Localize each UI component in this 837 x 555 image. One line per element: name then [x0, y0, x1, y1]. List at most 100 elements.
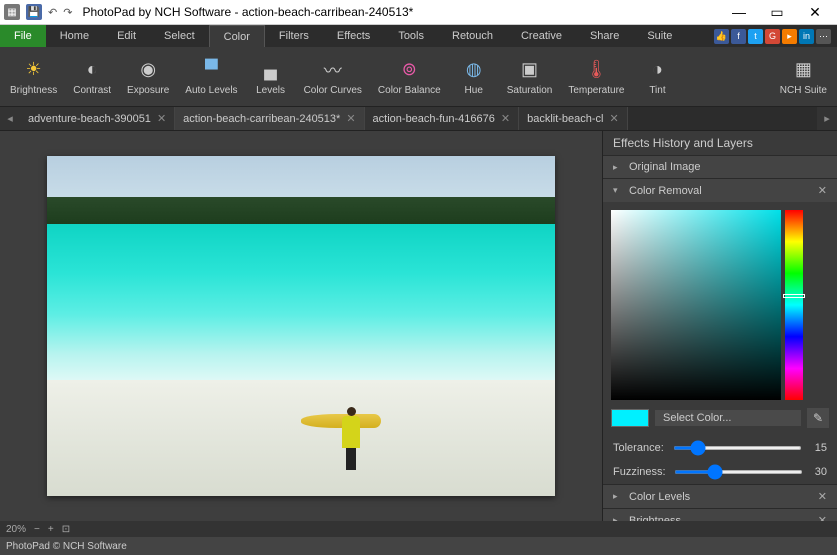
document-tab[interactable]: backlit-beach-cl✕	[519, 107, 628, 130]
redo-icon[interactable]: ↷	[63, 6, 72, 19]
auto-levels-icon: ▀	[199, 58, 223, 82]
tool-levels[interactable]: ▄ Levels	[246, 56, 296, 98]
tab-close-icon[interactable]: ✕	[501, 112, 510, 125]
tool-exposure[interactable]: ◉Exposure	[119, 56, 177, 98]
tool-contrast[interactable]: ◐Contrast	[65, 56, 119, 98]
tool-label: Saturation	[507, 85, 553, 96]
menu-home[interactable]: Home	[46, 25, 103, 47]
social-like-icon[interactable]: 👍	[714, 29, 729, 44]
close-section-icon[interactable]: ✕	[818, 184, 827, 197]
tool-label: Auto Levels	[185, 85, 237, 96]
menu-edit[interactable]: Edit	[103, 25, 150, 47]
menu-color[interactable]: Color	[209, 25, 265, 47]
tool-brightness[interactable]: ☀Brightness	[2, 56, 65, 98]
tool-label: Levels	[256, 85, 285, 96]
section-brightness[interactable]: ▸ Brightness ✕	[603, 509, 837, 521]
tool-color-curves[interactable]: 〰Color Curves	[296, 56, 370, 98]
panel-title: Effects History and Layers	[603, 131, 837, 156]
tool-label: Tint	[649, 85, 665, 96]
maximize-button[interactable]: ▭	[767, 4, 787, 21]
menu-suite[interactable]: Suite	[633, 25, 686, 47]
minimize-button[interactable]: —	[729, 4, 749, 21]
app-icon: ▦	[4, 4, 20, 20]
temperature-icon: 🌡	[584, 58, 608, 82]
menu-filters[interactable]: Filters	[265, 25, 323, 47]
menu-tools[interactable]: Tools	[384, 25, 438, 47]
social-google-icon[interactable]: G	[765, 29, 780, 44]
close-section-icon[interactable]: ✕	[818, 490, 827, 503]
fuzziness-label: Fuzziness:	[613, 466, 666, 478]
menu-retouch[interactable]: Retouch	[438, 25, 507, 47]
social-share-icon[interactable]: ▸	[782, 29, 797, 44]
titlebar: ▦ 💾 ↶ ↷ PhotoPad by NCH Software - actio…	[0, 0, 837, 25]
status-bar: 20% − + ⊡	[0, 521, 837, 537]
saturation-value-picker[interactable]	[611, 210, 781, 400]
document-tab[interactable]: adventure-beach-390051 ✕	[20, 107, 175, 130]
document-tab[interactable]: action-beach-carribean-240513* ✕	[175, 107, 364, 130]
undo-icon[interactable]: ↶	[48, 6, 57, 19]
tool-saturation[interactable]: ▣ Saturation	[499, 56, 561, 98]
document-tab[interactable]: action-beach-fun-416676 ✕	[365, 107, 520, 130]
tool-label: NCH Suite	[780, 85, 827, 96]
tint-icon: ◑	[645, 58, 669, 82]
close-button[interactable]: ✕	[805, 4, 825, 21]
close-section-icon[interactable]: ✕	[818, 514, 827, 521]
tool-temperature[interactable]: 🌡 Temperature	[560, 56, 632, 98]
tolerance-value: 15	[810, 442, 827, 454]
zoom-level: 20%	[6, 524, 26, 535]
tool-hue[interactable]: ◍Hue	[449, 56, 499, 98]
eyedropper-button[interactable]: ✎	[807, 408, 829, 428]
color-swatch	[611, 409, 649, 427]
tabs-scroll-left[interactable]: ◂	[0, 107, 20, 130]
tool-tint[interactable]: ◑ Tint	[632, 56, 682, 98]
tool-color-balance[interactable]: ⊚ Color Balance	[370, 56, 449, 98]
color-curves-icon: 〰	[321, 58, 345, 82]
chevron-right-icon: ▸	[613, 162, 623, 173]
saturation-icon: ▣	[518, 58, 542, 82]
tool-nch-suite[interactable]: ▦ NCH Suite	[772, 56, 835, 98]
tab-close-icon[interactable]: ✕	[610, 112, 619, 125]
zoom-out-button[interactable]: −	[34, 524, 40, 535]
chevron-down-icon: ▾	[613, 185, 623, 196]
section-original-image[interactable]: ▸ Original Image	[603, 156, 837, 178]
tab-label: action-beach-fun-416676	[373, 113, 495, 125]
social-more-icon[interactable]: ⋯	[816, 29, 831, 44]
tool-label: Brightness	[10, 85, 57, 96]
menu-effects[interactable]: Effects	[323, 25, 384, 47]
tab-close-icon[interactable]: ✕	[346, 112, 355, 125]
nch-suite-icon: ▦	[791, 58, 815, 82]
tabs-scroll-right[interactable]: ▸	[817, 107, 837, 130]
tolerance-slider[interactable]	[673, 446, 802, 450]
social-linkedin-icon[interactable]: in	[799, 29, 814, 44]
social-twitter-icon[interactable]: t	[748, 29, 763, 44]
menu-creative[interactable]: Creative	[507, 25, 576, 47]
menu-select[interactable]: Select	[150, 25, 209, 47]
menu-share[interactable]: Share	[576, 25, 633, 47]
ribbon: ☀Brightness◐Contrast◉Exposure ▀ Auto Level…	[0, 47, 837, 107]
menu-file[interactable]: File	[0, 25, 46, 47]
tool-label: Exposure	[127, 85, 169, 96]
tool-auto-levels[interactable]: ▀ Auto Levels	[177, 56, 245, 98]
tool-label: Temperature	[568, 85, 624, 96]
document-tabs: ◂ adventure-beach-390051✕action-beach-ca…	[0, 107, 837, 131]
zoom-fit-button[interactable]: ⊡	[62, 524, 70, 535]
color-balance-icon: ⊚	[397, 58, 421, 82]
tab-close-icon[interactable]: ✕	[157, 112, 166, 125]
social-icons: 👍ftG▸in⋯	[714, 25, 837, 47]
section-color-levels[interactable]: ▸ Color Levels ✕	[603, 485, 837, 508]
tool-label: Color Balance	[378, 85, 441, 96]
fuzziness-slider[interactable]	[674, 470, 803, 474]
chevron-right-icon: ▸	[613, 491, 623, 502]
levels-icon: ▄	[259, 58, 283, 82]
tool-label: Contrast	[73, 85, 111, 96]
section-color-removal[interactable]: ▾ Color Removal ✕	[603, 179, 837, 202]
save-icon[interactable]: 💾	[26, 4, 42, 20]
zoom-in-button[interactable]: +	[48, 524, 54, 535]
image-canvas[interactable]	[47, 156, 555, 496]
tab-label: action-beach-carribean-240513*	[183, 113, 340, 125]
canvas-area[interactable]	[0, 131, 602, 521]
hue-slider[interactable]	[785, 210, 803, 400]
tab-label: adventure-beach-390051	[28, 113, 151, 125]
select-color-button[interactable]: Select Color...	[655, 410, 801, 426]
social-facebook-icon[interactable]: f	[731, 29, 746, 44]
